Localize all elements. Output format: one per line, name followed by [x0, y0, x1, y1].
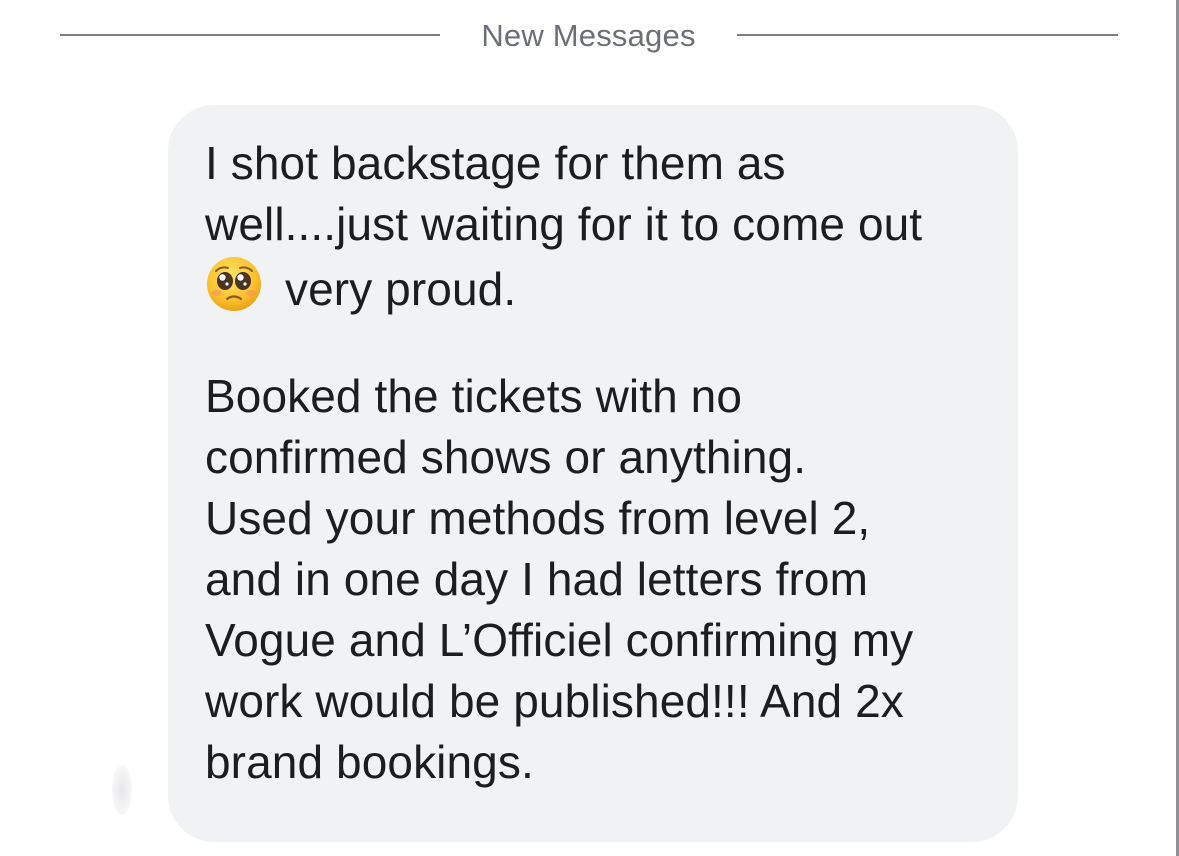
message-line: very proud. — [285, 263, 517, 315]
new-messages-divider-right — [737, 34, 1118, 36]
message-line: confirmed shows or anything. — [205, 431, 807, 483]
message-line: well....just waiting for it to come out — [205, 198, 923, 250]
message-line: Used your methods from level 2, — [205, 492, 871, 544]
message-line: Vogue and L’Officiel confirming my — [205, 614, 914, 666]
message-line: work would be published!!! And 2x — [205, 675, 904, 727]
message-line: I shot backstage for them as — [205, 137, 786, 189]
avatar-edge — [112, 765, 132, 815]
pleading-face-icon — [205, 255, 263, 328]
message-line: Booked the tickets with no — [205, 370, 743, 422]
message-text: I shot backstage for them as well....jus… — [205, 133, 982, 793]
new-messages-divider-label: New Messages — [481, 18, 696, 53]
message-line: brand bookings. — [205, 736, 534, 788]
new-messages-divider-left — [60, 34, 440, 36]
message-line-with-emoji: very proud. — [205, 255, 982, 316]
message-bubble[interactable]: I shot backstage for them as well....jus… — [168, 105, 1018, 842]
chat-view: New Messages I shot backstage for them a… — [0, 0, 1179, 856]
message-line: and in one day I had letters from — [205, 553, 869, 605]
